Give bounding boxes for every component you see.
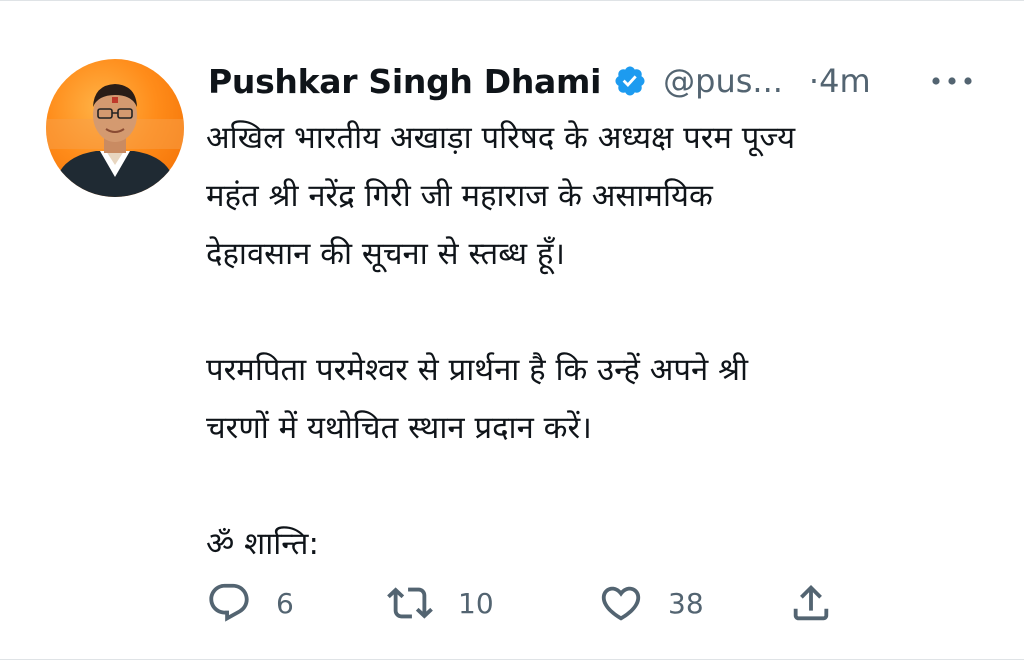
tweet-header: Pushkar Singh Dhami @pus... ·4m bbox=[208, 57, 988, 105]
tweet-line: देहावसान की सूचना से स्तब्ध हूँ। bbox=[206, 236, 566, 272]
tweet-line: अखिल भारतीय अखाड़ा परिषद के अध्यक्ष परम … bbox=[206, 120, 796, 156]
heart-icon bbox=[601, 586, 641, 621]
tweet-line: ॐ शान्ति: bbox=[206, 526, 319, 562]
tweet-paragraph: परमपिता परमेश्वर से प्रार्थना है कि उन्ह… bbox=[206, 341, 996, 457]
more-options-icon[interactable] bbox=[930, 71, 974, 91]
tweet-paragraph: अखिल भारतीय अखाड़ा परिषद के अध्यक्ष परम … bbox=[206, 109, 996, 283]
like-button[interactable]: 38 bbox=[598, 573, 788, 633]
tweet-line: महंत श्री नरेंद्र गिरी जी महाराज के असाम… bbox=[206, 178, 713, 214]
timestamp[interactable]: ·4m bbox=[809, 62, 871, 100]
author-handle[interactable]: @pus... bbox=[663, 62, 783, 100]
avatar[interactable] bbox=[46, 59, 184, 197]
tweet-text: अखिल भारतीय अखाड़ा परिषद के अध्यक्ष परम … bbox=[206, 109, 996, 573]
tweet-paragraph: ॐ शान्ति: bbox=[206, 515, 996, 573]
share-button[interactable] bbox=[788, 573, 834, 633]
like-count: 38 bbox=[668, 586, 704, 620]
retweet-icon bbox=[387, 587, 433, 619]
retweet-count: 10 bbox=[458, 586, 494, 620]
reply-icon bbox=[209, 583, 249, 622]
action-bar: 6 10 38 bbox=[206, 573, 866, 633]
author-name[interactable]: Pushkar Singh Dhami bbox=[208, 62, 601, 101]
tweet-card[interactable]: Pushkar Singh Dhami @pus... ·4m अखिल भार… bbox=[0, 0, 1024, 660]
tweet-line: परमपिता परमेश्वर से प्रार्थना है कि उन्ह… bbox=[206, 352, 749, 388]
avatar-photo bbox=[46, 84, 184, 197]
verified-badge-icon bbox=[615, 66, 645, 96]
tweet-line: चरणों में यथोचित स्थान प्रदान करें। bbox=[206, 410, 592, 446]
reply-button[interactable]: 6 bbox=[206, 573, 386, 633]
retweet-button[interactable]: 10 bbox=[386, 573, 598, 633]
reply-count: 6 bbox=[276, 586, 294, 620]
share-icon bbox=[793, 584, 829, 621]
